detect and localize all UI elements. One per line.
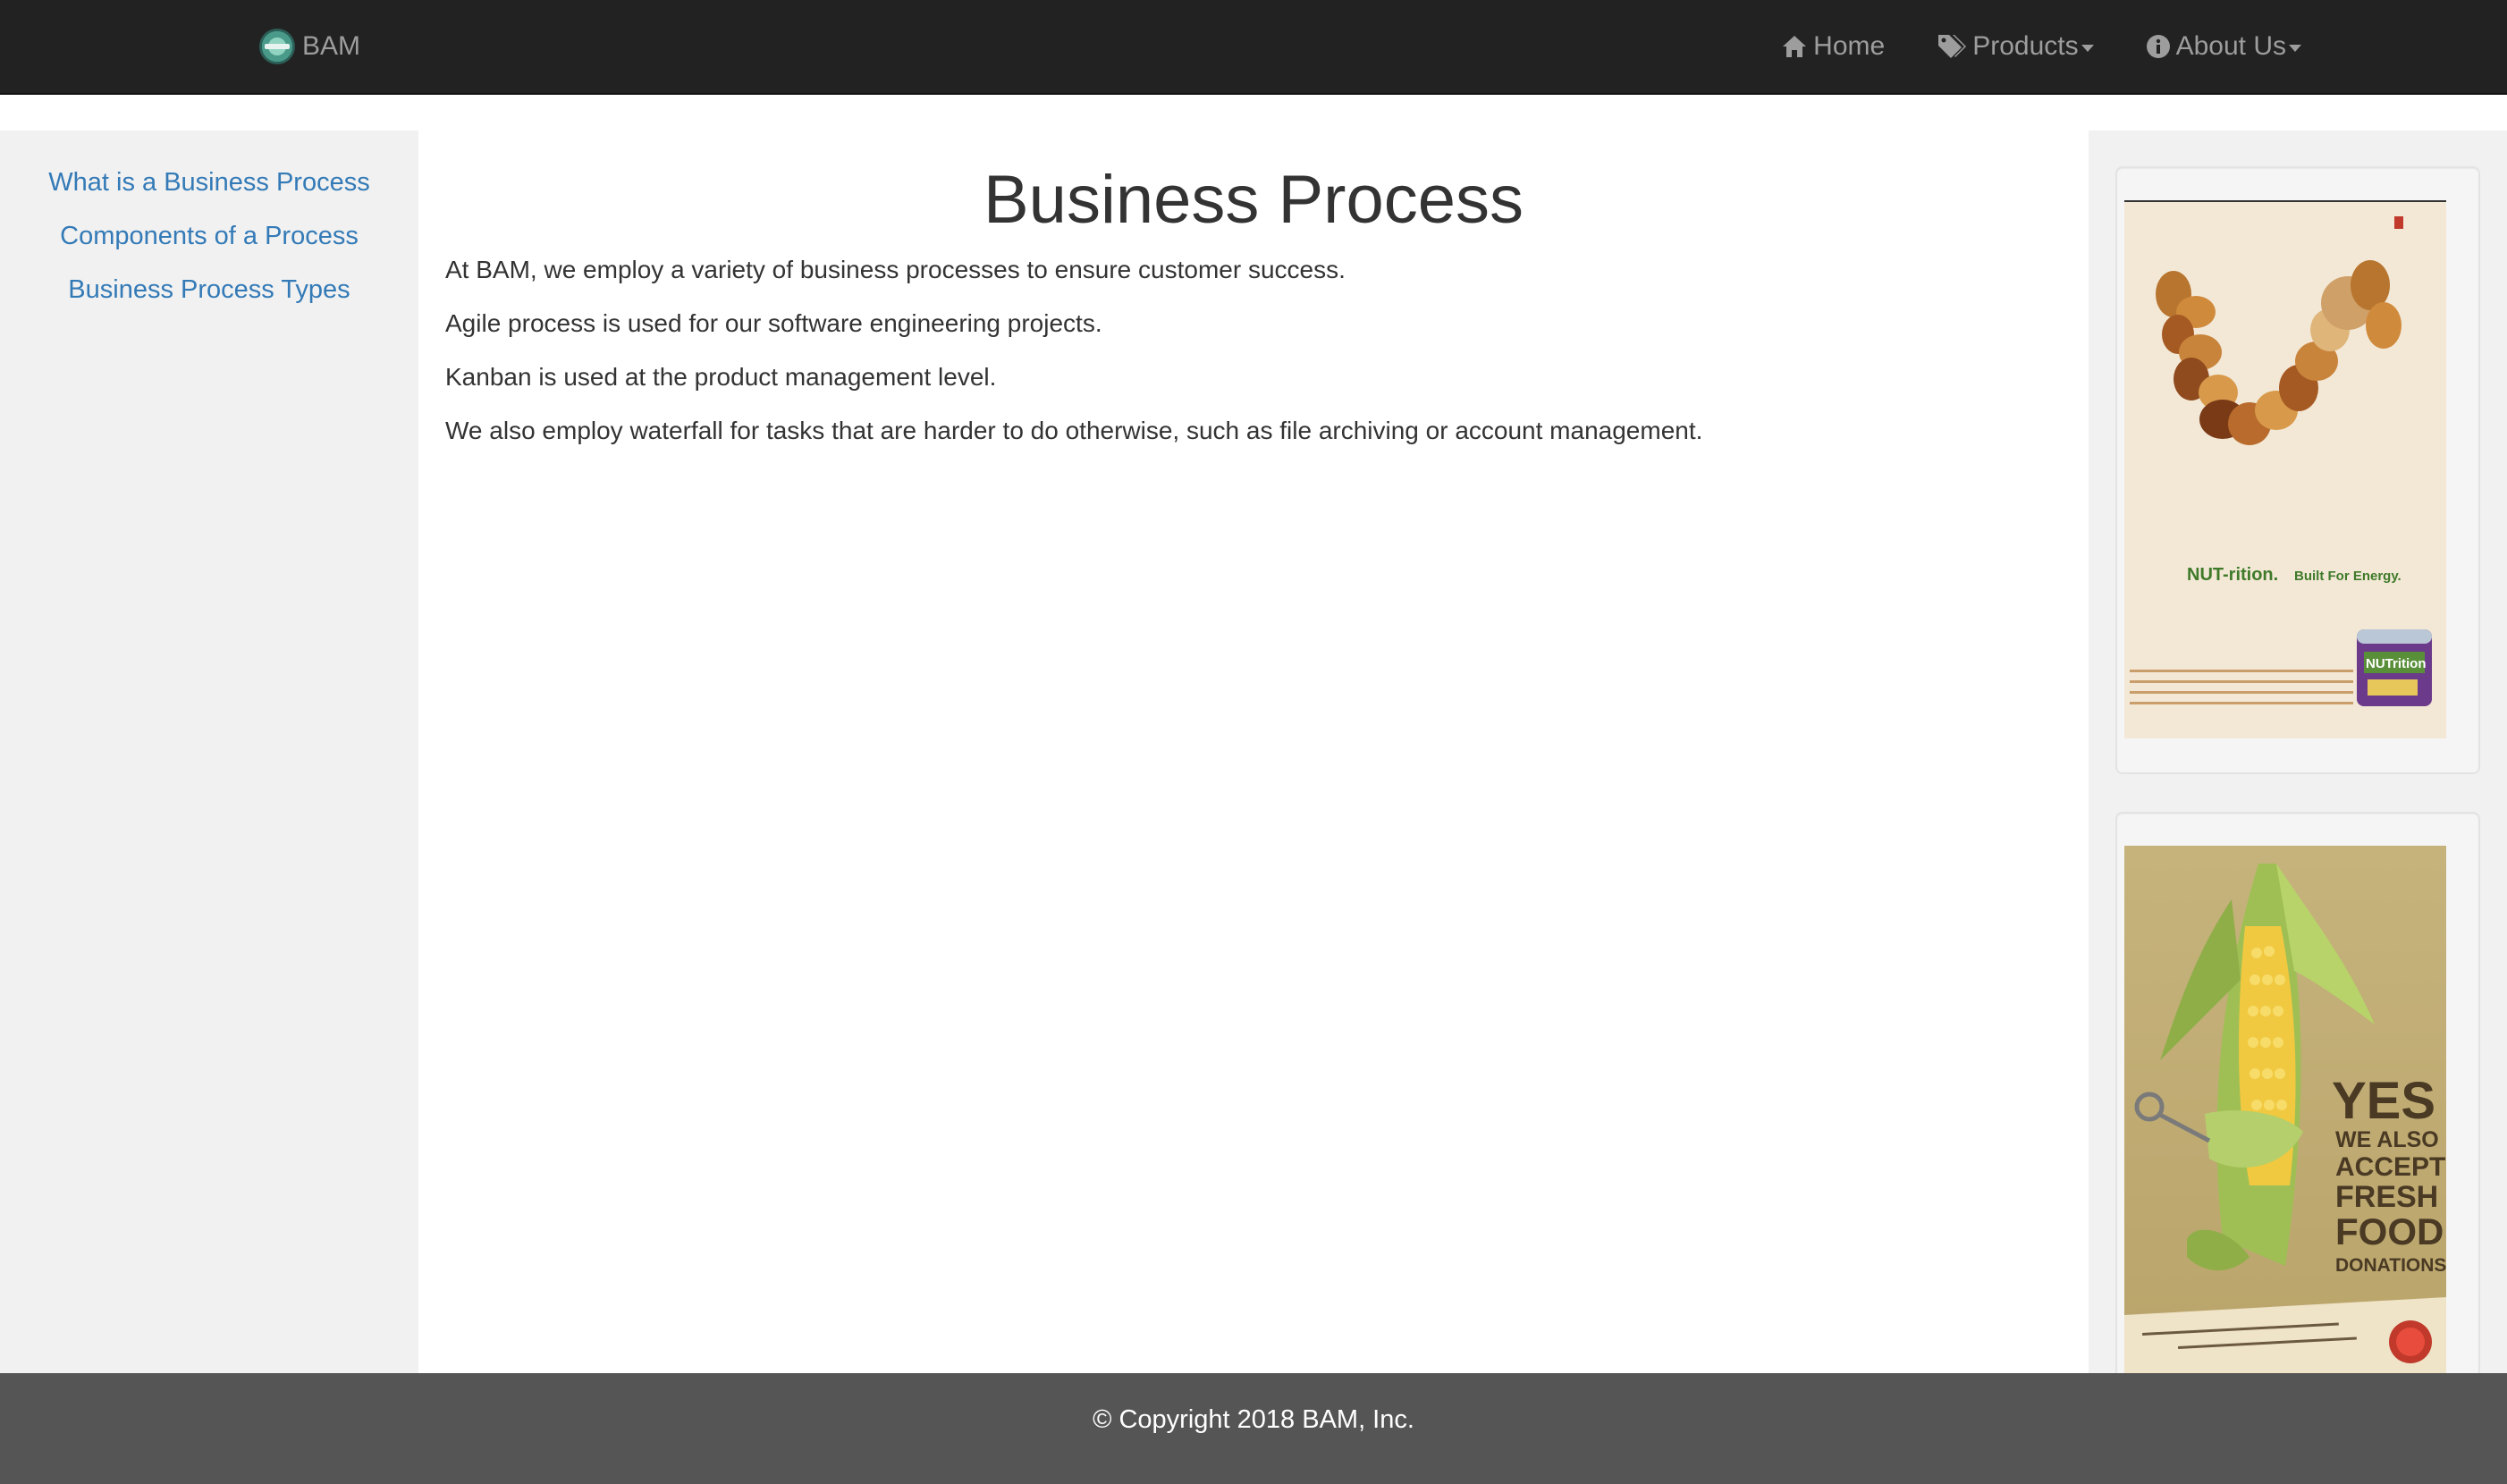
content-paragraph: Agile process is used for our software e…	[445, 309, 1102, 337]
ad-nutrition-illustration: NUT-rition. Built For Energy. NUTrition	[2124, 200, 2446, 706]
content-paragraph: We also employ waterfall for tasks that …	[445, 417, 1703, 444]
top-navbar: BAM Home Products About Us	[0, 0, 2507, 95]
nav-item-products-label: Products	[1972, 31, 2079, 61]
ad-donation-line-1: YES	[2332, 1072, 2435, 1130]
page-title: Business Process	[983, 162, 1524, 238]
ad-nutrition-headline: NUT-rition.	[2187, 565, 2278, 585]
ad-nutrition-product-label: NUTrition	[2366, 656, 2427, 671]
ad-donation-line-4: FRESH	[2335, 1180, 2438, 1214]
info-circle-icon	[2146, 35, 2170, 58]
left-sidebar: What is a Business Process Components of…	[0, 131, 418, 1373]
ad-donation-line-6: DONATIONS	[2335, 1255, 2446, 1276]
brand-logo-icon	[259, 29, 295, 64]
nav-item-about-us-label: About Us	[2175, 31, 2286, 61]
ad-donation-line-5: FOOD	[2335, 1210, 2444, 1252]
sidebar-link-what-is-business-process[interactable]: What is a Business Process	[0, 168, 418, 198]
nav-item-about-us[interactable]: About Us	[2146, 31, 2301, 62]
brand-label: BAM	[302, 31, 361, 61]
content-paragraph: At BAM, we employ a variety of business …	[445, 256, 1346, 283]
nav-item-home[interactable]: Home	[1781, 31, 1885, 62]
main-content: Business Process At BAM, we employ a var…	[418, 131, 2089, 1373]
content-paragraph: Kanban is used at the product management…	[445, 363, 997, 391]
nav-item-home-label: Home	[1813, 31, 1886, 61]
ad-food-donations[interactable]: YES WE ALSO ACCEPT FRESH FOOD DONATIONS	[2124, 846, 2446, 1373]
sidebar-link-process-types[interactable]: Business Process Types	[0, 275, 418, 305]
ad-nutrition[interactable]: NUT-rition. Built For Energy. NUTrition	[2124, 200, 2446, 738]
ad-donation-line-3: ACCEPT	[2335, 1152, 2445, 1182]
nav-item-products[interactable]: Products	[1937, 31, 2094, 62]
ad-nutrition-tagline: Built For Energy.	[2294, 569, 2401, 584]
brand-link[interactable]: BAM	[259, 27, 360, 66]
right-sidebar: NUT-rition. Built For Energy. NUTrition	[2089, 131, 2507, 1373]
sidebar-link-components[interactable]: Components of a Process	[0, 222, 418, 251]
nav-menu: Home Products About Us	[1729, 0, 2301, 93]
footer: © Copyright 2018 BAM, Inc.	[0, 1373, 2507, 1484]
home-icon	[1783, 36, 1807, 57]
chevron-down-icon	[2081, 45, 2094, 52]
chevron-down-icon	[2289, 45, 2301, 52]
footer-copyright: © Copyright 2018 BAM, Inc.	[1093, 1405, 1414, 1434]
ad-donation-line-2: WE ALSO	[2335, 1127, 2439, 1152]
ad-corn-illustration: YES WE ALSO ACCEPT FRESH FOOD DONATIONS	[2124, 864, 2446, 1373]
tags-icon	[1938, 35, 1967, 58]
